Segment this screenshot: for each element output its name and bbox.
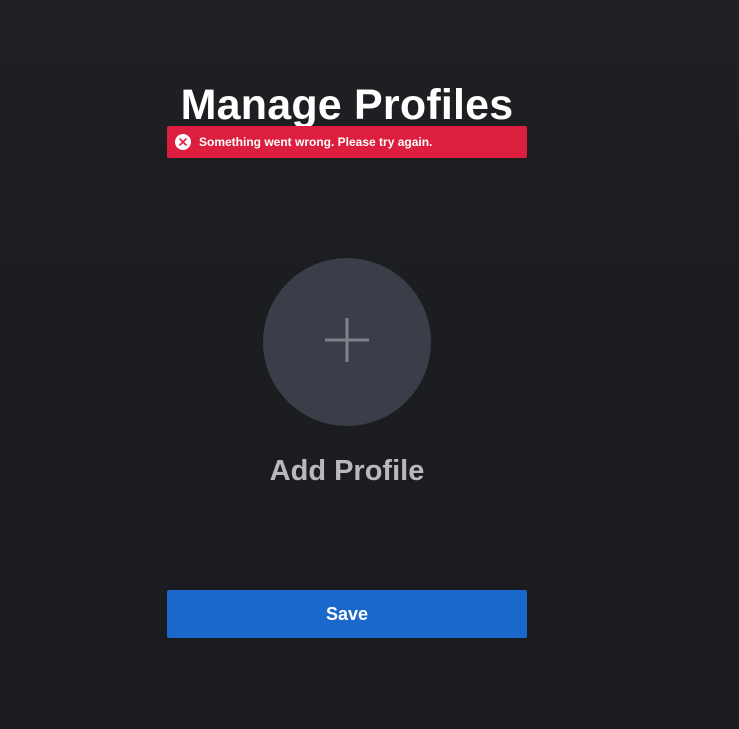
- add-profile-circle[interactable]: [263, 258, 431, 426]
- add-profile-button[interactable]: Add Profile: [263, 258, 431, 494]
- plus-icon: [325, 317, 369, 367]
- error-message: Something went wrong. Please try again.: [199, 135, 433, 149]
- error-alert: Something went wrong. Please try again.: [167, 126, 527, 158]
- save-button[interactable]: Save: [167, 590, 527, 638]
- add-profile-label: Add Profile: [269, 455, 425, 487]
- page-title: Manage Profiles: [180, 80, 514, 129]
- error-circle-x-icon: [175, 134, 191, 150]
- manage-profiles-page: Manage Profiles Something went wrong. Pl…: [0, 0, 739, 729]
